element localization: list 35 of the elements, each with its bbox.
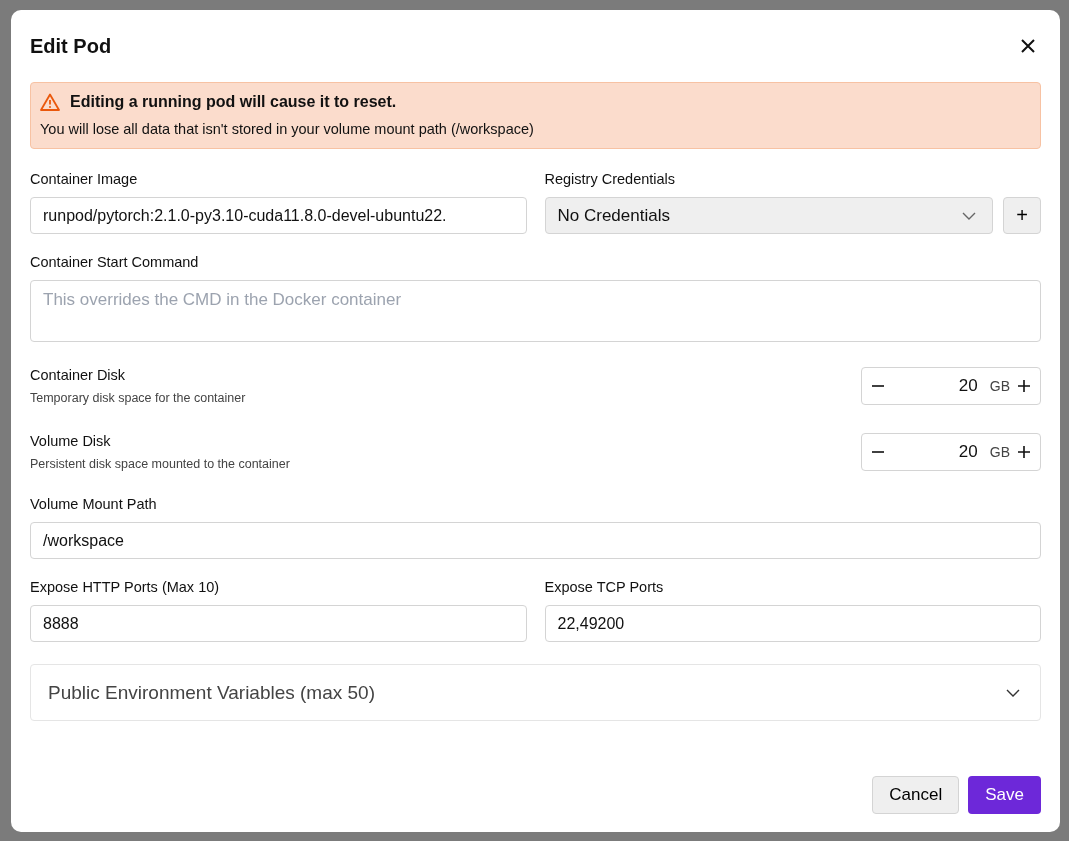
field-label: Registry Credentials bbox=[544, 171, 677, 187]
credentials-dropdown[interactable]: No Credentials bbox=[544, 197, 993, 234]
plus-icon bbox=[1018, 380, 1030, 392]
disk-hint: Persistent disk space mounted to the container bbox=[30, 457, 290, 471]
field-label: Volume Mount Path bbox=[30, 496, 158, 512]
minus-icon bbox=[872, 451, 884, 453]
chevron-down-icon bbox=[962, 211, 976, 220]
warning-title: Editing a running pod will cause it to reset. bbox=[70, 93, 397, 111]
disk-size-value[interactable]: 20 bbox=[888, 442, 978, 462]
save-button[interactable]: Save bbox=[968, 776, 1041, 814]
dialog-title: Edit Pod bbox=[30, 34, 112, 58]
field-label: Container Image bbox=[30, 171, 139, 187]
disk-size-value[interactable]: 20 bbox=[888, 376, 978, 396]
warning-message: You will lose all data that isn't stored in your volume mount path (/workspace) bbox=[40, 121, 535, 137]
field-label: Container Start Command bbox=[30, 254, 200, 270]
chevron-down-icon bbox=[1006, 688, 1020, 697]
disk-label: Volume Disk bbox=[30, 433, 112, 449]
disk-hint: Temporary disk space for the container bbox=[30, 391, 246, 405]
minus-icon bbox=[872, 385, 884, 387]
mount-path-field[interactable]: /workspace bbox=[30, 522, 1041, 559]
cancel-button[interactable]: Cancel bbox=[872, 776, 960, 814]
disk-label: Container Disk bbox=[30, 367, 127, 383]
close-icon bbox=[1021, 39, 1035, 53]
unit-label: GB bbox=[989, 378, 1010, 394]
field-label: Expose HTTP Ports (Max 10) bbox=[30, 579, 221, 595]
add-credentials-button[interactable]: + bbox=[1003, 197, 1041, 234]
warning-icon bbox=[40, 93, 60, 111]
start-command-field[interactable]: This overrides the CMD in the Docker container bbox=[30, 280, 1041, 342]
env-variables-section[interactable]: Public Environment Variables (max 50) bbox=[30, 664, 1041, 721]
ports-field[interactable]: 22,49200 bbox=[544, 605, 1041, 642]
ports-field[interactable]: 8888 bbox=[30, 605, 527, 642]
field-label: Expose TCP Ports bbox=[544, 579, 665, 595]
plus-icon bbox=[1018, 446, 1030, 458]
unit-label: GB bbox=[989, 444, 1010, 460]
container-image-field[interactable]: runpod/pytorch:2.1.0-py3.10-cuda11.8.0-devel-ubuntu22. bbox=[30, 197, 527, 234]
